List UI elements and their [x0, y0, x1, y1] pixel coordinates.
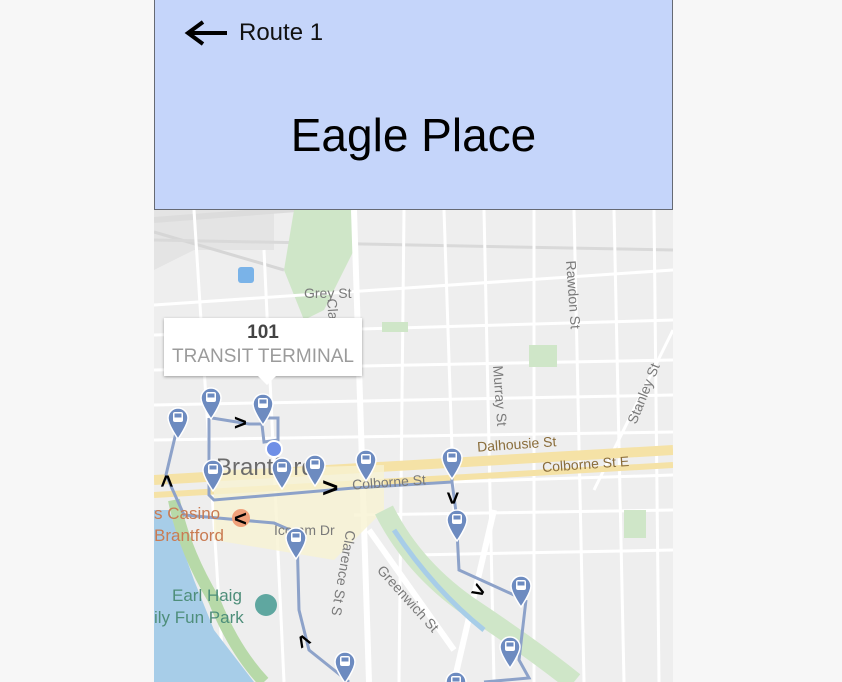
place-label: ily Fun Park [154, 608, 244, 627]
place-label: Brantford [154, 526, 224, 545]
arrow-left-icon[interactable] [183, 18, 229, 48]
stop-title: Eagle Place [290, 109, 537, 161]
bus-stop-icon[interactable] [498, 635, 522, 669]
stop-info-popup[interactable]: 101 TRANSIT TERMINAL [164, 318, 362, 385]
bus-stop-icon[interactable] [440, 446, 464, 480]
bus-stop-icon[interactable] [445, 508, 469, 542]
app-screen: Route 1 Eagle Place Grey St Rawdon St Mu… [154, 0, 673, 682]
bus-stop-icon[interactable] [509, 574, 533, 608]
popup-stop-number: 101 [247, 322, 279, 343]
back-button[interactable]: Route 1 [183, 16, 323, 50]
popup-tail [258, 376, 276, 385]
route-label: Route 1 [239, 19, 324, 46]
bus-stop-icon[interactable] [284, 526, 308, 560]
bus-stop-icon[interactable] [333, 650, 357, 682]
route-map[interactable]: Grey St Clarence St Rawdon St Murray St … [154, 210, 673, 682]
direction-arrow: < [154, 474, 180, 488]
place-label: s Casino [154, 504, 221, 523]
place-label: Earl Haig [172, 586, 242, 605]
bus-stop-icon[interactable] [270, 456, 294, 490]
bus-stop-icon[interactable] [251, 392, 275, 426]
direction-arrow: > [440, 491, 466, 505]
direction-arrow: < [234, 506, 247, 531]
bus-stop-icon[interactable] [166, 406, 190, 440]
popup-stop-name: TRANSIT TERMINAL [172, 346, 354, 367]
bus-stop-icon[interactable] [201, 458, 225, 492]
bus-stop-icon[interactable] [199, 386, 223, 420]
bus-stop-icon[interactable] [354, 448, 378, 482]
header: Route 1 Eagle Place [154, 0, 673, 210]
bus-stop-icon[interactable] [444, 670, 468, 682]
direction-arrow: > [234, 410, 247, 435]
bus-stop-icon[interactable] [303, 453, 327, 487]
city-label: Brantford [216, 454, 315, 481]
